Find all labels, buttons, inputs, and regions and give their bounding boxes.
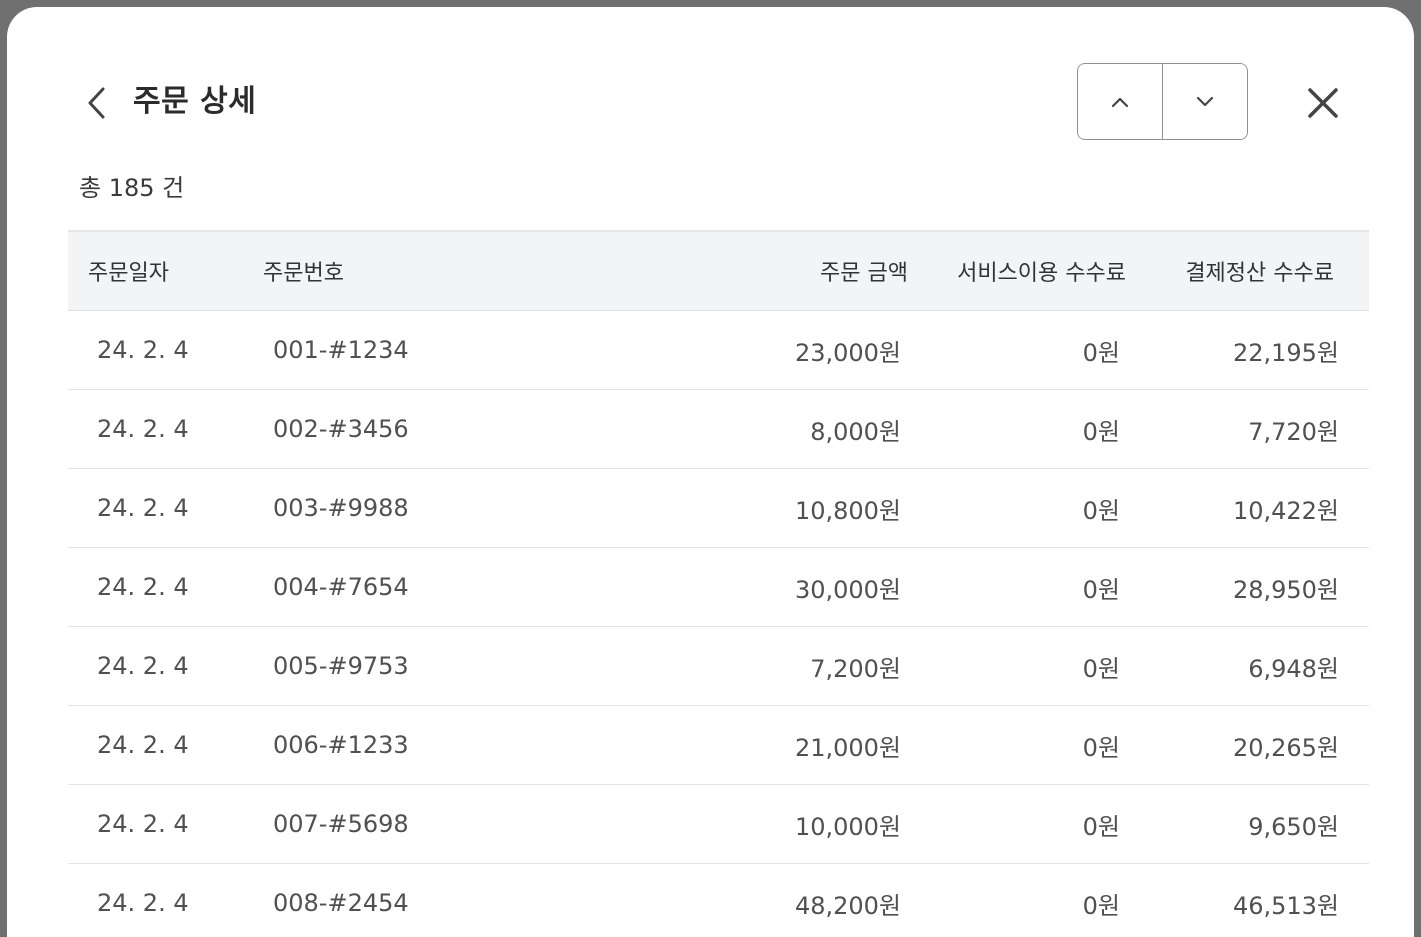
settlement-fee-cell: 6,948원 xyxy=(1248,654,1339,683)
service-fee-cell: 0원 xyxy=(1082,654,1120,683)
order-number-cell: 007-#5698 xyxy=(273,810,409,838)
order-amount-cell: 8,000원 xyxy=(810,417,901,446)
order-amount-cell: 48,200원 xyxy=(794,891,901,920)
table-row[interactable]: 24. 2. 4 002-#3456 8,000원 0원 7,720원 xyxy=(68,390,1369,469)
settlement-fee-cell: 22,195원 xyxy=(1232,338,1339,367)
order-number-cell: 005-#9753 xyxy=(273,652,409,680)
order-date-cell: 24. 2. 4 xyxy=(97,573,189,601)
table-row[interactable]: 24. 2. 4 004-#7654 30,000원 0원 28,950원 xyxy=(68,548,1369,627)
chevron-down-icon xyxy=(1196,96,1214,106)
order-date-cell: 24. 2. 4 xyxy=(97,336,189,364)
column-header-settlement-fee: 결제정산 수수료 xyxy=(1185,261,1334,286)
order-date-cell: 24. 2. 4 xyxy=(97,889,189,917)
service-fee-cell: 0원 xyxy=(1082,812,1120,841)
settlement-fee-cell: 46,513원 xyxy=(1232,891,1339,920)
order-number-cell: 003-#9988 xyxy=(273,494,409,522)
order-number-cell: 008-#2454 xyxy=(273,889,409,917)
table-row[interactable]: 24. 2. 4 001-#1234 23,000원 0원 22,195원 xyxy=(68,311,1369,390)
column-header-service-fee: 서비스이용 수수료 xyxy=(957,261,1126,286)
settlement-fee-cell: 9,650원 xyxy=(1248,812,1339,841)
table-header: 주문일자 주문번호 주문 금액 서비스이용 수수료 결제정산 수수료 xyxy=(68,230,1369,311)
order-amount-cell: 10,800원 xyxy=(794,496,901,525)
order-detail-modal: 주문 상세 총 185 건 주문일자 주문번호 주문 금액 서비스이용 수수료 … xyxy=(7,7,1414,937)
order-amount-cell: 30,000원 xyxy=(794,575,901,604)
settlement-fee-cell: 7,720원 xyxy=(1248,417,1339,446)
close-button[interactable] xyxy=(1301,81,1345,125)
service-fee-cell: 0원 xyxy=(1082,733,1120,762)
service-fee-cell: 0원 xyxy=(1082,417,1120,446)
order-amount-cell: 10,000원 xyxy=(794,812,901,841)
order-number-cell: 004-#7654 xyxy=(273,573,409,601)
order-number-cell: 006-#1233 xyxy=(273,731,409,759)
order-date-cell: 24. 2. 4 xyxy=(97,731,189,759)
order-date-cell: 24. 2. 4 xyxy=(97,810,189,838)
table-row[interactable]: 24. 2. 4 007-#5698 10,000원 0원 9,650원 xyxy=(68,785,1369,864)
chevron-up-icon xyxy=(1111,97,1129,107)
service-fee-cell: 0원 xyxy=(1082,338,1120,367)
service-fee-cell: 0원 xyxy=(1082,496,1120,525)
order-number-cell: 002-#3456 xyxy=(273,415,409,443)
order-amount-cell: 7,200원 xyxy=(810,654,901,683)
page-title: 주문 상세 xyxy=(133,84,257,119)
order-number-cell: 001-#1234 xyxy=(273,336,409,364)
settlement-fee-cell: 28,950원 xyxy=(1232,575,1339,604)
settlement-fee-cell: 20,265원 xyxy=(1232,733,1339,762)
close-icon xyxy=(1308,88,1338,118)
order-amount-cell: 23,000원 xyxy=(794,338,901,367)
column-header-order-amount: 주문 금액 xyxy=(820,261,908,286)
table-row[interactable]: 24. 2. 4 008-#2454 48,200원 0원 46,513원 xyxy=(68,864,1369,937)
order-table: 주문일자 주문번호 주문 금액 서비스이용 수수료 결제정산 수수료 24. 2… xyxy=(68,230,1369,937)
previous-order-button[interactable] xyxy=(1078,64,1162,139)
settlement-fee-cell: 10,422원 xyxy=(1232,496,1339,525)
total-count: 총 185 건 xyxy=(79,174,185,202)
order-date-cell: 24. 2. 4 xyxy=(97,494,189,522)
next-order-button[interactable] xyxy=(1162,64,1247,139)
table-row[interactable]: 24. 2. 4 003-#9988 10,800원 0원 10,422원 xyxy=(68,469,1369,548)
service-fee-cell: 0원 xyxy=(1082,575,1120,604)
table-row[interactable]: 24. 2. 4 005-#9753 7,200원 0원 6,948원 xyxy=(68,627,1369,706)
back-button[interactable] xyxy=(79,83,115,123)
chevron-left-icon xyxy=(88,87,105,119)
column-header-order-number: 주문번호 xyxy=(263,261,344,286)
order-date-cell: 24. 2. 4 xyxy=(97,652,189,680)
order-date-cell: 24. 2. 4 xyxy=(97,415,189,443)
table-row[interactable]: 24. 2. 4 006-#1233 21,000원 0원 20,265원 xyxy=(68,706,1369,785)
order-amount-cell: 21,000원 xyxy=(794,733,901,762)
column-header-order-date: 주문일자 xyxy=(88,261,169,286)
service-fee-cell: 0원 xyxy=(1082,891,1120,920)
order-navigation xyxy=(1077,63,1248,140)
